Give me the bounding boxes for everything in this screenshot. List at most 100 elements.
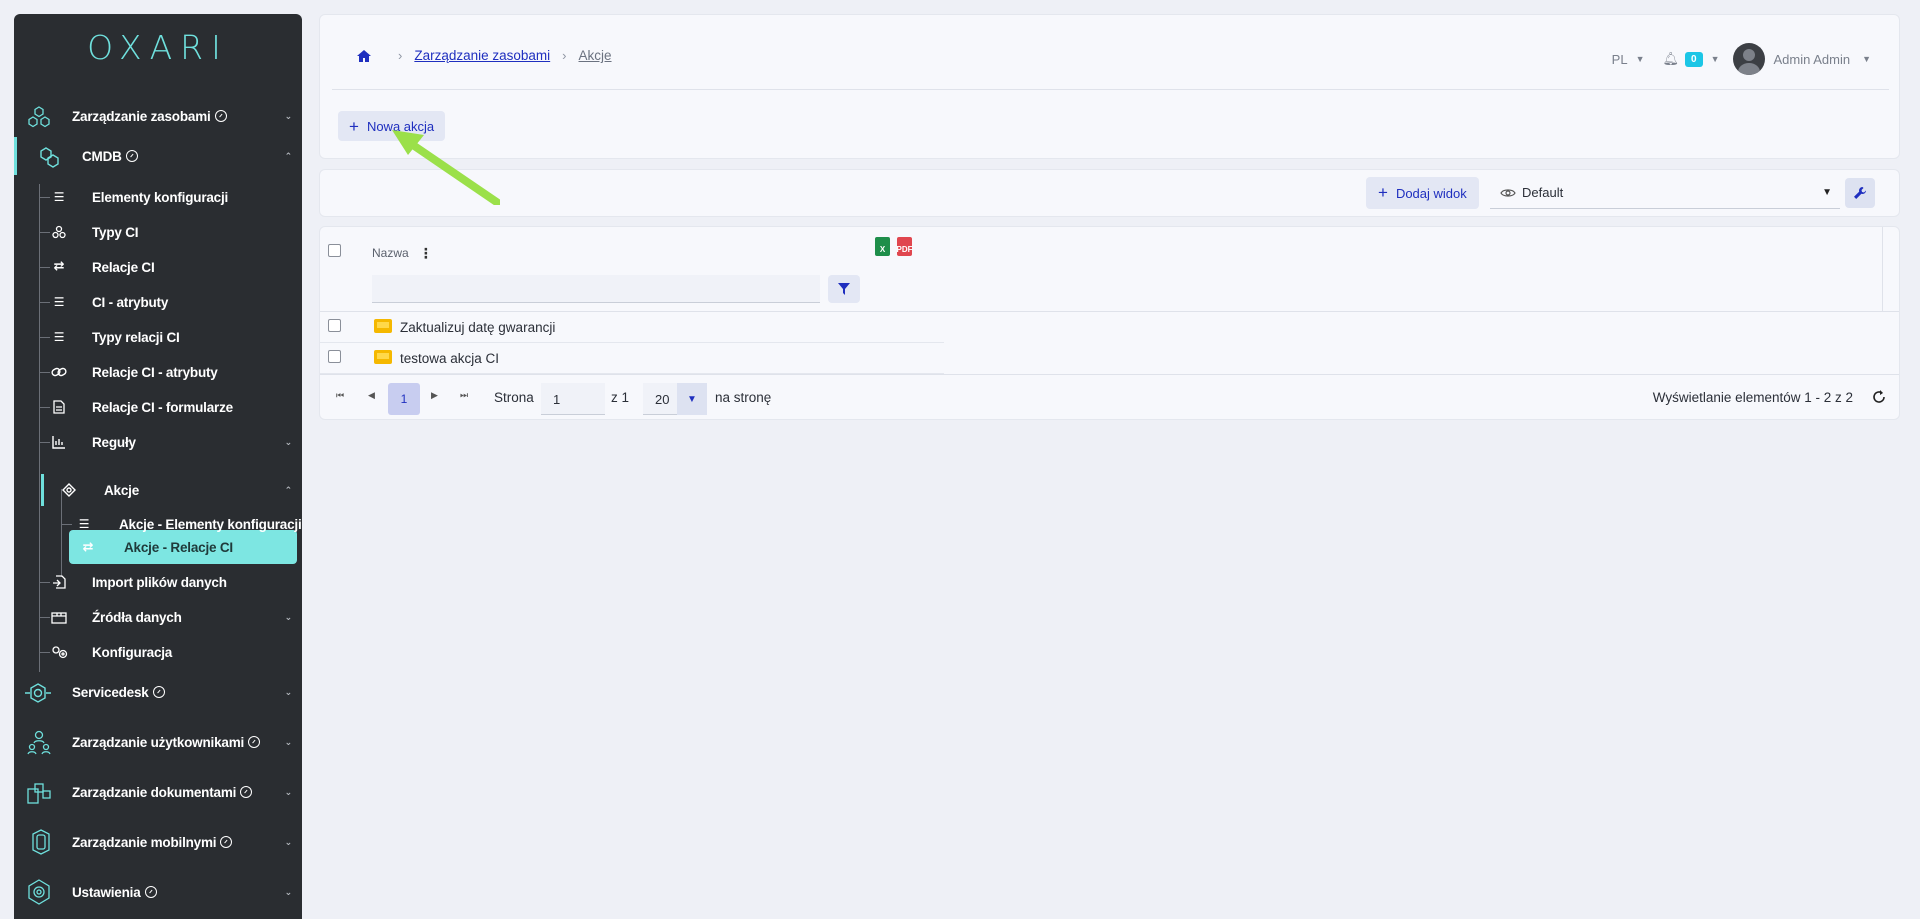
servicedesk-icon xyxy=(24,680,52,706)
settings-button[interactable] xyxy=(1845,178,1875,208)
last-page-icon[interactable]: ⏭ xyxy=(460,390,468,401)
filter-button[interactable] xyxy=(828,275,860,303)
select-all-checkbox[interactable] xyxy=(328,244,341,257)
caret-down-icon[interactable]: ▼ xyxy=(1711,54,1720,64)
help-icon[interactable] xyxy=(144,885,157,898)
nav-zrodla-danych[interactable]: Źródła danych ⌄ xyxy=(14,602,302,632)
caret-down-icon[interactable]: ▼ xyxy=(1636,54,1645,64)
nav-label: Relacje CI xyxy=(92,259,155,275)
nav-label: Akcje - Relacje CI xyxy=(124,539,233,555)
next-page-icon[interactable]: ▶ xyxy=(431,390,438,401)
nav-label: CMDB xyxy=(82,148,122,164)
column-menu-icon[interactable]: ⋮ xyxy=(419,246,433,260)
nav-akcje[interactable]: Akcje ⌃ xyxy=(14,474,302,506)
nav-zarzadzanie-uzytkownikami[interactable]: Zarządzanie użytkownikami ⌄ xyxy=(14,724,302,760)
prev-page-icon[interactable]: ◀ xyxy=(368,390,375,401)
documents-icon xyxy=(26,780,52,806)
pdf-export-icon[interactable]: PDF xyxy=(897,237,913,256)
sidebar: OXARI Zarządzanie zasobami ⌄ CMDB ⌃ ☰ El… xyxy=(14,14,302,919)
chevron-down-icon: ⌄ xyxy=(284,110,293,121)
grid-header: Nazwa ⋮ X PDF xyxy=(320,227,1899,312)
nav-zarzadzanie-mobilnymi[interactable]: Zarządzanie mobilnymi ⌄ xyxy=(14,824,302,860)
row-name: Zaktualizuj datę gwarancji xyxy=(400,320,556,335)
caret-down-icon[interactable]: ▼ xyxy=(1862,54,1871,64)
user-name[interactable]: Admin Admin xyxy=(1773,52,1850,67)
help-icon[interactable] xyxy=(240,785,253,798)
nav-zarzadzanie-dokumentami[interactable]: Zarządzanie dokumentami ⌄ xyxy=(14,774,302,810)
breadcrumb-current[interactable]: Akcje xyxy=(579,48,612,63)
page-input[interactable]: 1 xyxy=(541,383,605,415)
nav-relacje-ci-formularze[interactable]: Relacje CI - formularze xyxy=(14,392,302,422)
help-icon[interactable] xyxy=(125,149,138,162)
help-icon[interactable] xyxy=(152,685,165,698)
nav-label: Ustawienia xyxy=(72,884,141,900)
row-checkbox[interactable] xyxy=(328,319,341,332)
excel-export-icon[interactable]: X xyxy=(875,237,890,256)
nav-label: Źródła danych xyxy=(92,609,182,625)
nav-reguly[interactable]: Reguły ⌄ xyxy=(14,427,302,457)
help-icon[interactable] xyxy=(248,735,261,748)
help-icon[interactable] xyxy=(220,835,233,848)
form-icon xyxy=(51,400,67,414)
chevron-up-icon: ⌃ xyxy=(284,484,293,495)
annotation-arrow-icon xyxy=(392,130,500,205)
nav-import-plikow[interactable]: Import plików danych xyxy=(14,567,302,597)
nav-label: Relacje CI - formularze xyxy=(92,399,233,415)
table-row[interactable]: testowa akcja CI xyxy=(320,343,1900,374)
page-button-active[interactable]: 1 xyxy=(388,383,420,415)
nav-ci-atrybuty[interactable]: ☰ CI - atrybuty xyxy=(14,287,302,317)
swap-icon: ⇄ xyxy=(82,539,94,554)
filter-icon xyxy=(838,283,850,295)
chevron-down-icon: ⌄ xyxy=(284,436,293,447)
view-select[interactable]: Default ▼ xyxy=(1490,177,1840,209)
chevron-up-icon: ⌃ xyxy=(284,150,293,161)
chevron-down-icon: ⌄ xyxy=(284,786,293,797)
actions-icon xyxy=(61,483,77,497)
nav-relacje-ci-atrybuty[interactable]: Relacje CI - atrybuty xyxy=(14,357,302,387)
nav-typy-relacji-ci[interactable]: ☰ Typy relacji CI xyxy=(14,322,302,352)
chevron-down-icon: ⌄ xyxy=(284,611,293,622)
nav-typy-ci[interactable]: Typy CI xyxy=(14,217,302,247)
chevron-down-icon: ⌄ xyxy=(284,686,293,697)
header-toolbar: PL ▼ 🔔︎ 0 ▼ Admin Admin ▼ xyxy=(1612,43,1871,75)
notification-badge[interactable]: 0 xyxy=(1685,51,1703,67)
language-select[interactable]: PL xyxy=(1612,52,1628,67)
chevron-down-icon: ⌄ xyxy=(284,736,293,747)
nav-akcje-relacje-ci[interactable]: ⇄ Akcje - Relacje CI xyxy=(14,530,302,564)
nav-label: Akcje xyxy=(104,482,140,498)
monitor-icon xyxy=(374,319,392,333)
settings-icon xyxy=(26,879,52,905)
refresh-icon[interactable] xyxy=(1871,389,1887,405)
nav-servicedesk[interactable]: Servicedesk ⌄ xyxy=(14,674,302,710)
wrench-icon xyxy=(1854,187,1866,199)
first-page-icon[interactable]: ⏮ xyxy=(336,390,344,401)
breadcrumb-link[interactable]: Zarządzanie zasobami xyxy=(414,48,550,63)
pager: ⏮ ◀ 1 ▶ ⏭ Strona 1 z 1 20 ▼ na stronę Wy… xyxy=(320,374,1899,420)
nav-konfiguracja[interactable]: Konfiguracja xyxy=(14,637,302,667)
resources-icon xyxy=(26,104,52,130)
add-view-button[interactable]: + Dodaj widok xyxy=(1366,177,1479,209)
breadcrumb-separator: › xyxy=(562,48,567,63)
view-bar: + Dodaj widok Default ▼ xyxy=(319,169,1900,217)
nav-label: Reguły xyxy=(92,434,136,450)
nav-zarzadzanie-zasobami[interactable]: Zarządzanie zasobami ⌄ xyxy=(14,98,302,134)
nav-label: Relacje CI - atrybuty xyxy=(92,364,218,380)
row-checkbox[interactable] xyxy=(328,350,341,363)
nav-label: CI - atrybuty xyxy=(92,294,169,310)
avatar[interactable] xyxy=(1733,43,1766,75)
help-icon[interactable] xyxy=(214,109,227,122)
nav-relacje-ci[interactable]: ⇄ Relacje CI xyxy=(14,252,302,282)
nav-label: Zarządzanie mobilnymi xyxy=(72,834,217,850)
plus-icon: + xyxy=(1378,183,1388,202)
caret-down-icon[interactable]: ▼ xyxy=(677,383,707,415)
nav-label: Zarządzanie zasobami xyxy=(72,108,211,124)
nav-elementy-konfiguracji[interactable]: ☰ Elementy konfiguracji xyxy=(14,182,302,212)
add-view-label: Dodaj widok xyxy=(1395,185,1467,201)
bell-icon[interactable]: 🔔︎ xyxy=(1662,51,1679,67)
table-row[interactable]: Zaktualizuj datę gwarancji xyxy=(320,312,1900,343)
home-icon[interactable] xyxy=(356,49,372,63)
nav-cmdb[interactable]: CMDB ⌃ xyxy=(14,137,302,175)
nav-ustawienia[interactable]: Ustawienia ⌄ xyxy=(14,874,302,910)
column-header-name[interactable]: Nazwa ⋮ xyxy=(372,246,433,260)
name-filter-input[interactable] xyxy=(372,275,820,303)
